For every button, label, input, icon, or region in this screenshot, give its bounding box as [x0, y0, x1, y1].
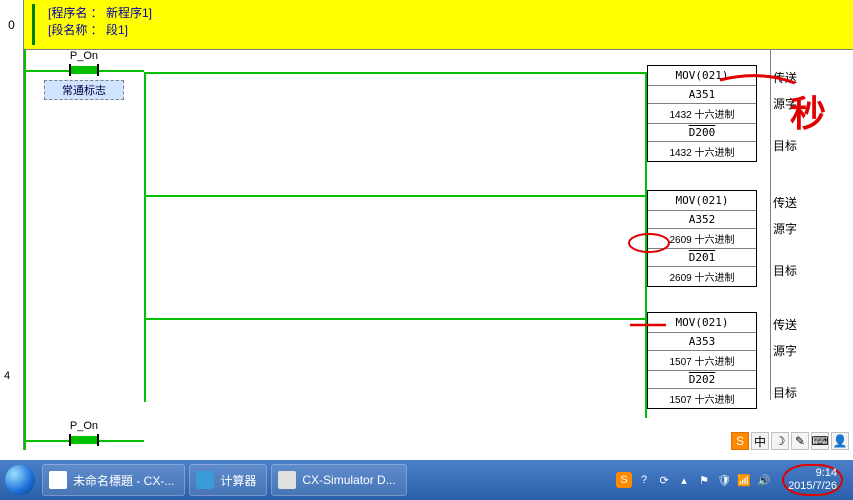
- ime-tray: S 中 ☽ ✎ ⌨ 👤: [727, 430, 853, 452]
- tray-help-icon[interactable]: ?: [636, 472, 652, 488]
- clock-time: 9:14: [788, 467, 837, 480]
- side-label: 目标: [773, 384, 797, 401]
- program-name-line: [程序名 ： 新程序1]: [48, 4, 845, 21]
- taskbar-app-1[interactable]: 计算器: [189, 464, 267, 496]
- taskbar-clock[interactable]: 9:14 2015/7/26: [776, 464, 849, 496]
- edit-icon[interactable]: ✎: [791, 432, 809, 450]
- side-label: 传送: [773, 69, 797, 86]
- clock-date: 2015/7/26: [788, 480, 837, 493]
- calculator-icon: [196, 471, 214, 489]
- keyboard-icon[interactable]: ⌨: [811, 432, 829, 450]
- contact-comment: 常通标志: [44, 80, 124, 100]
- moon-icon[interactable]: ☽: [771, 432, 789, 450]
- tray-flag-icon[interactable]: ⚑: [696, 472, 712, 488]
- instr-title: MOV(021): [648, 191, 756, 211]
- instruction-box-0[interactable]: MOV(021) A351 1432 十六进制 D200 1432 十六进制: [647, 65, 757, 162]
- app-icon: [49, 471, 67, 489]
- rung-gutter: 0: [0, 0, 24, 50]
- taskbar-label: 计算器: [220, 472, 256, 489]
- rung-index: 0: [8, 18, 15, 32]
- tray-sync-icon[interactable]: ⟳: [656, 472, 672, 488]
- side-label: 传送: [773, 194, 797, 211]
- side-label: 目标: [773, 137, 797, 154]
- instr-title: MOV(021): [648, 313, 756, 333]
- taskbar-app-2[interactable]: CX-Simulator D...: [271, 464, 406, 496]
- rung-index-bottom: 4: [4, 370, 10, 382]
- tray-chevron-icon[interactable]: ▴: [676, 472, 692, 488]
- taskbar-app-0[interactable]: 未命名標題 - CX-...: [42, 464, 185, 496]
- tray-volume-icon[interactable]: 🔊: [756, 472, 772, 488]
- contact-p-on-2[interactable]: P_On: [24, 420, 144, 460]
- ladder-gutter: 4: [0, 50, 24, 450]
- side-label: 源字: [773, 95, 797, 112]
- user-icon[interactable]: 👤: [831, 432, 849, 450]
- side-label: 源字: [773, 220, 797, 237]
- taskbar-label: CX-Simulator D...: [302, 473, 395, 487]
- tray-network-icon[interactable]: 📶: [736, 472, 752, 488]
- sogou-icon[interactable]: S: [731, 432, 749, 450]
- simulator-icon: [278, 471, 296, 489]
- instruction-box-2[interactable]: MOV(021) A353 1507 十六进制 D202 1507 十六进制: [647, 312, 757, 409]
- program-header: [程序名 ： 新程序1] [段名称 ： 段1]: [24, 0, 853, 50]
- ladder-canvas[interactable]: P_On 常通标志 MOV(021) A351 1432 十六进制 D200: [24, 50, 853, 450]
- instruction-box-1[interactable]: MOV(021) A352 2609 十六进制 D201 2609 十六进制: [647, 190, 757, 287]
- side-label: 源字: [773, 342, 797, 359]
- tray-shield-icon[interactable]: 🛡: [716, 472, 732, 488]
- start-button[interactable]: [0, 460, 40, 500]
- contact-p-on[interactable]: P_On 常通标志: [24, 50, 144, 90]
- side-label: 传送: [773, 316, 797, 333]
- section-name-line: [段名称 ： 段1]: [48, 21, 845, 38]
- instr-title: MOV(021): [648, 66, 756, 86]
- ime-zhong-icon[interactable]: 中: [751, 432, 769, 450]
- taskbar-label: 未命名標題 - CX-...: [73, 472, 174, 489]
- tray-sogou-icon[interactable]: S: [616, 472, 632, 488]
- side-label: 目标: [773, 262, 797, 279]
- taskbar: 未命名標題 - CX-... 计算器 CX-Simulator D... S ?…: [0, 460, 853, 500]
- contact-label: P_On: [24, 50, 144, 62]
